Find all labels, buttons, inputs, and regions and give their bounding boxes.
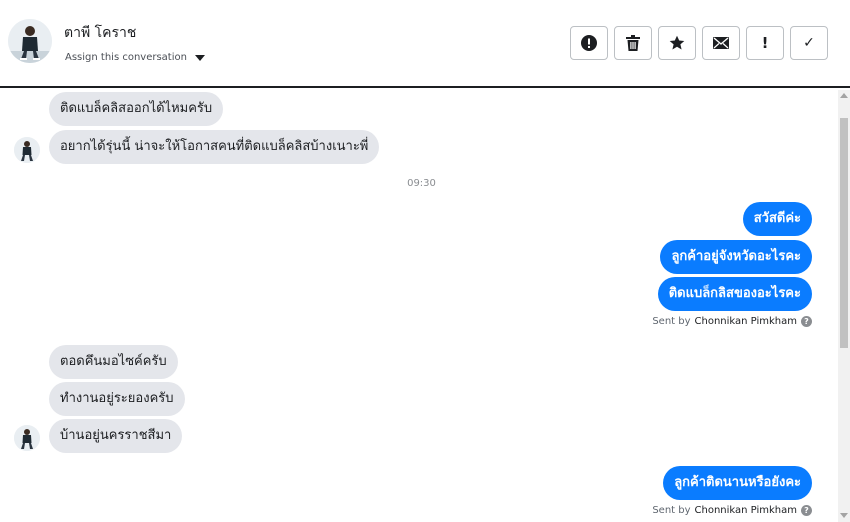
help-icon[interactable]: ? <box>801 505 812 516</box>
trash-icon <box>626 35 640 51</box>
mark-spam-button[interactable] <box>570 26 608 60</box>
star-icon <box>669 35 685 50</box>
mark-unread-button[interactable] <box>702 26 740 60</box>
scroll-up-arrow-icon[interactable] <box>840 93 848 98</box>
envelope-icon <box>713 37 729 49</box>
agent-name[interactable]: Chonnikan Pimkham <box>695 316 797 327</box>
scroll-down-arrow-icon[interactable] <box>840 513 848 518</box>
sent-by-label: Sent by Chonnikan Pimkham ? <box>652 316 812 327</box>
contact-name: ตาพี โคราช <box>64 25 137 41</box>
incoming-message: บ้านอยู่นครราชสีมา <box>49 419 183 453</box>
mark-done-button[interactable]: ✓ <box>790 26 828 60</box>
outgoing-message: สวัสดีค่ะ <box>742 202 812 236</box>
sent-by-prefix: Sent by <box>652 316 691 327</box>
incoming-message: ติดแบล็คลิสออกได้ไหมครับ <box>49 92 224 126</box>
checkmark-icon: ✓ <box>803 35 815 51</box>
delete-button[interactable] <box>614 26 652 60</box>
contact-avatar[interactable] <box>8 19 52 63</box>
outgoing-message: ลูกค้าอยู่จังหวัดอะไรคะ <box>660 240 812 274</box>
follow-up-button[interactable]: ! <box>746 26 784 60</box>
scrollbar-thumb[interactable] <box>840 118 848 348</box>
help-icon[interactable]: ? <box>801 316 812 327</box>
contact-avatar-small <box>14 425 40 451</box>
conversation-header: ตาพี โคราช Assign this conversation ! ✓ <box>0 0 850 88</box>
contact-avatar-small <box>14 137 40 163</box>
outgoing-message: ติดแบล็กลิสของอะไรคะ <box>657 277 812 311</box>
assign-label: Assign this conversation <box>65 52 187 63</box>
star-button[interactable] <box>658 26 696 60</box>
outgoing-message: ลูกค้าติดนานหรือยังคะ <box>663 466 812 500</box>
sent-by-prefix: Sent by <box>652 505 691 516</box>
incoming-message: ตอดคึนมอไซค์ครับ <box>49 345 178 379</box>
message-timestamp: 09:30 <box>407 178 436 189</box>
caret-down-icon <box>194 54 205 61</box>
exclamation-icon: ! <box>761 34 769 52</box>
scrollbar[interactable] <box>838 90 850 522</box>
incoming-message: อยากได้รุ่นนี้ น่าจะให้โอกาสคนที่ติดแบล็… <box>49 130 380 164</box>
incoming-message: ทำงานอยู่ระยองครับ <box>49 382 185 416</box>
agent-name[interactable]: Chonnikan Pimkham <box>695 505 797 516</box>
conversation-actions: ! ✓ <box>570 26 828 60</box>
assign-conversation-dropdown[interactable]: Assign this conversation <box>65 52 205 63</box>
exclamation-circle-icon <box>581 35 597 51</box>
sent-by-label: Sent by Chonnikan Pimkham ? <box>652 505 812 516</box>
